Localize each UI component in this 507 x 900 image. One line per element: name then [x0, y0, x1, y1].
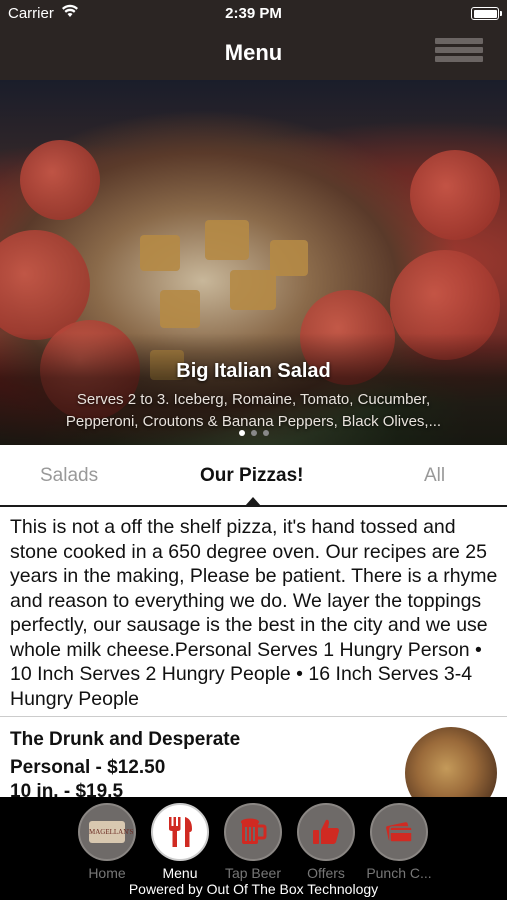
- hamburger-menu-icon[interactable]: [435, 38, 483, 68]
- menu-item-price: 10 in. - $19.5: [10, 781, 124, 797]
- tabbar-label: Menu: [162, 865, 198, 881]
- tabbar-home[interactable]: MAGELLAN'S Home: [72, 803, 142, 881]
- page-dot: [262, 430, 269, 436]
- tab-salads[interactable]: Salads: [40, 465, 98, 487]
- beer-mug-icon: [224, 803, 282, 861]
- category-description: This is not a off the shelf pizza, it's …: [0, 507, 507, 717]
- menu-item-thumbnail: [405, 727, 497, 797]
- list-item[interactable]: The Drunk and Desperate Personal - $12.5…: [0, 717, 507, 797]
- tab-all[interactable]: All: [424, 465, 445, 487]
- fork-knife-icon: [151, 803, 209, 861]
- tab-our-pizzas[interactable]: Our Pizzas!: [200, 465, 303, 487]
- tabbar-menu[interactable]: Menu: [145, 803, 215, 881]
- page-dot: [238, 430, 245, 436]
- tabbar-label: Offers: [307, 865, 345, 881]
- menu-item-price: Personal - $12.50: [10, 757, 166, 778]
- restaurant-logo-icon: MAGELLAN'S: [78, 803, 136, 861]
- status-time: 2:39 PM: [225, 5, 282, 22]
- page-title: Menu: [224, 40, 283, 65]
- page-dot: [250, 430, 257, 436]
- thumbs-up-icon: [297, 803, 355, 861]
- tabbar-offers[interactable]: Offers: [291, 803, 361, 881]
- bottom-tab-bar: MAGELLAN'S Home Menu Tap Beer Offers Pun…: [0, 797, 507, 900]
- status-bar: Carrier 2:39 PM: [0, 0, 507, 28]
- punch-card-icon: [370, 803, 428, 861]
- nav-bar: Menu: [0, 28, 507, 80]
- carousel-title: Big Italian Salad: [176, 360, 331, 382]
- category-tabs: Salads Our Pizzas! All: [0, 445, 507, 507]
- tabbar-punch-card[interactable]: Punch C...: [364, 803, 434, 881]
- menu-item-name: The Drunk and Desperate: [10, 729, 241, 750]
- active-tab-indicator: [245, 497, 261, 506]
- powered-by-footer: Powered by Out Of The Box Technology: [128, 881, 379, 897]
- tabbar-label: Home: [88, 865, 126, 881]
- tabbar-label: Punch C...: [366, 865, 432, 881]
- battery-icon: [471, 7, 502, 20]
- tabbar-tap-beer[interactable]: Tap Beer: [218, 803, 288, 881]
- featured-carousel[interactable]: Big Italian Salad Serves 2 to 3. Iceberg…: [0, 80, 507, 445]
- carousel-page-indicator[interactable]: [0, 423, 507, 441]
- tabbar-label: Tap Beer: [224, 865, 282, 881]
- category-description-text: This is not a off the shelf pizza, it's …: [10, 516, 498, 710]
